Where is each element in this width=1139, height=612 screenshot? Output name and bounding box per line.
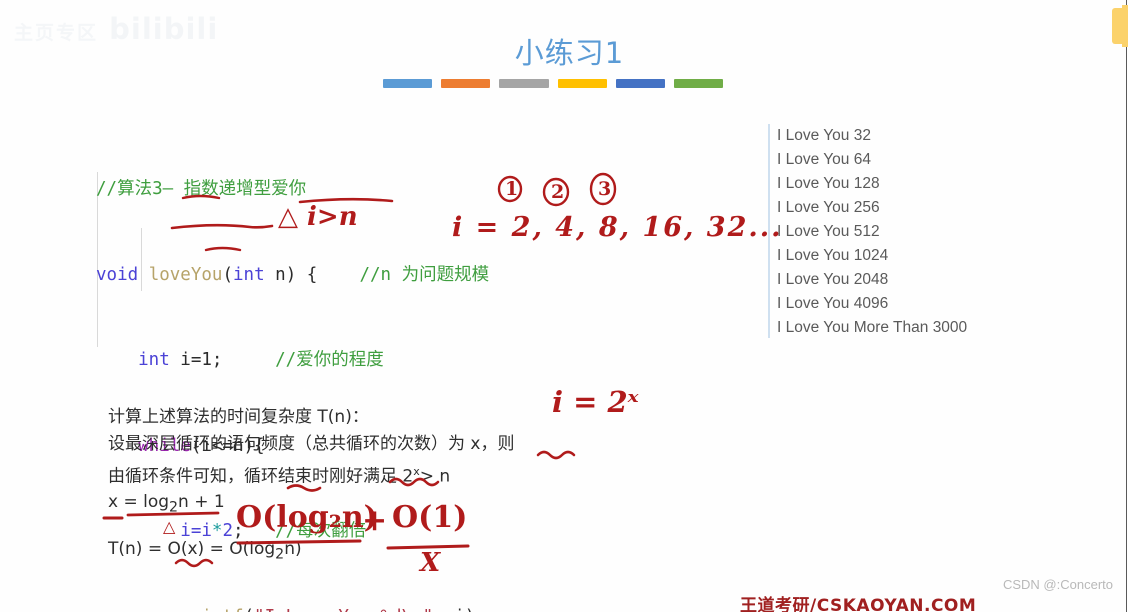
ink-circle-2 [542, 177, 570, 207]
ink-underline-degree [298, 197, 394, 204]
ink-squiggle-top-bigo [286, 484, 322, 492]
scrollbar-track[interactable] [1126, 0, 1139, 612]
ink-underline-bigo-one [386, 544, 470, 550]
ink-circle-3 [589, 172, 617, 206]
ink-underline-i2 [204, 246, 242, 252]
ink-squiggle-satisfy [388, 477, 440, 487]
scrollbar-thumb[interactable] [1112, 8, 1126, 44]
ink-underline-xlog [126, 511, 220, 517]
ink-underline-while [170, 223, 274, 230]
ink-circle-1 [497, 175, 523, 203]
ink-underline-bigo-log [236, 539, 362, 545]
ink-squiggle-ox [174, 558, 214, 568]
ink-squiggle-x [536, 450, 576, 460]
csdn-watermark: CSDN @:Concerto [1002, 577, 1113, 592]
slide-canvas: 主页专区 bilibili 小练习1 //算法3— 指数递增型爱你 void l… [0, 0, 1139, 612]
ink-underline-i1 [181, 194, 221, 200]
ink-layer [102, 172, 617, 568]
footer-brand-text: 王道考研/CSKAOYAN.COM [740, 596, 977, 612]
